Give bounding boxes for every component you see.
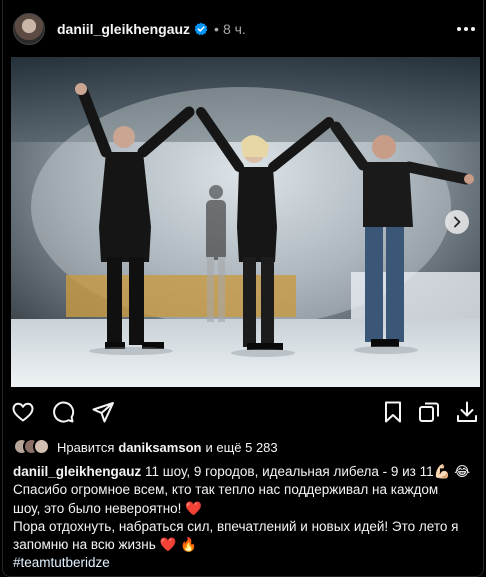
more-options-icon[interactable] <box>457 27 475 31</box>
liker-avatars <box>13 438 53 456</box>
send-icon[interactable] <box>91 400 117 426</box>
carousel-next-button[interactable] <box>445 210 469 234</box>
post-actions <box>11 400 481 426</box>
post-time[interactable]: 8 ч. <box>223 21 246 37</box>
carousel-icon[interactable] <box>417 400 443 426</box>
caption-line: шоу, это было невероятно! ❤️ <box>13 500 202 516</box>
caption-line: daniil_gleikhengauz 11 шоу, 9 городов, и… <box>13 463 479 481</box>
liker-username[interactable]: daniksamson <box>118 440 201 455</box>
caption-hashtag[interactable]: #teamtutberidze <box>13 554 479 572</box>
download-icon[interactable] <box>455 400 481 426</box>
post-caption: daniil_gleikhengauz 11 шоу, 9 городов, и… <box>13 463 479 573</box>
post-header: daniil_gleikhengauz • 8 ч. <box>13 12 479 46</box>
bookmark-icon[interactable] <box>381 400 407 426</box>
caption-line: запомню на всю жизнь ❤️ 🔥 <box>13 537 197 553</box>
comment-icon[interactable] <box>51 400 77 426</box>
likes-summary[interactable]: Нравится daniksamson и ещё 5 283 <box>13 438 278 456</box>
post-image[interactable] <box>11 57 480 387</box>
caption-text: 11 шоу, 9 городов, идеальная либела - 9 … <box>145 464 470 479</box>
author-avatar[interactable] <box>13 13 45 45</box>
liker-avatar <box>33 438 50 455</box>
header-separator: • <box>214 21 219 37</box>
caption-username[interactable]: daniil_gleikhengauz <box>13 464 141 479</box>
author-username[interactable]: daniil_gleikhengauz <box>57 21 190 37</box>
caption-line: Пора отдохнуть, набраться сил, впечатлен… <box>13 518 459 534</box>
verified-badge-icon <box>194 22 208 36</box>
likes-count[interactable]: и ещё 5 283 <box>205 440 277 455</box>
likes-prefix: Нравится <box>57 439 115 455</box>
caption-line: Спасибо огромное всем, кто так тепло нас… <box>13 482 439 498</box>
heart-icon[interactable] <box>11 400 37 426</box>
post-container: daniil_gleikhengauz • 8 ч. Нравится dani… <box>2 0 484 577</box>
